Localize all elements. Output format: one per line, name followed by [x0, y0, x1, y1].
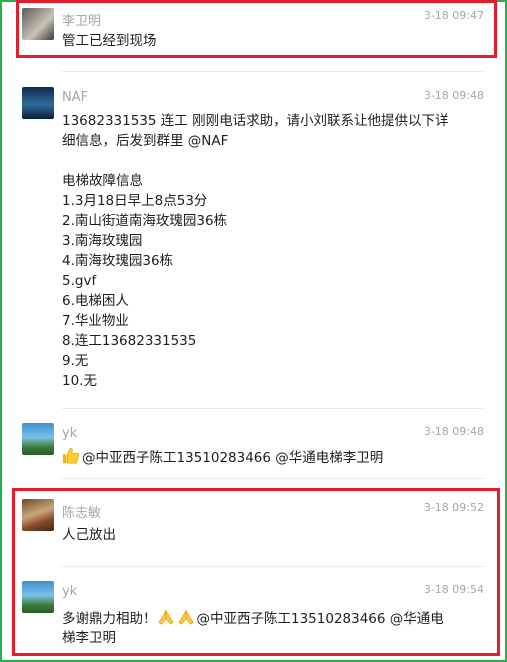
message-line: 8.连工13682331535	[62, 333, 197, 349]
divider	[62, 71, 485, 72]
message-line: 1.3月18日早上8点53分	[62, 193, 208, 209]
message-line: 4.南海玫瑰园36栋	[62, 253, 174, 269]
message-line-text: @中亚西子陈工13510283466 @华通电	[196, 611, 444, 627]
message-item: 李卫明 3-18 09:47 管工已经到现场	[14, 4, 492, 56]
praying-hands-icon	[177, 609, 194, 625]
message-line: 5.gvf	[62, 273, 97, 289]
sender-name[interactable]: NAF	[62, 90, 88, 105]
message-line: 10.无	[62, 373, 97, 389]
message-line: 6.电梯困人	[62, 293, 129, 309]
message-line: @中亚西子陈工13510283466 @华通电梯李卫明	[62, 447, 468, 467]
message-line: 细信息，后发到群里 @NAF	[62, 133, 229, 149]
message-line-text: 多谢鼎力相助！	[62, 611, 157, 627]
message-line	[62, 151, 468, 171]
timestamp: 3-18 09:48	[423, 89, 484, 102]
timestamp: 3-18 09:48	[423, 425, 484, 438]
divider	[62, 478, 485, 479]
message-text: 13682331535 连工 刚刚电话求助，请小刘联系让他提供以下详 细信息，后…	[62, 111, 468, 391]
message-line: 7.华业物业	[62, 313, 129, 329]
message-text: 管工已经到现场	[62, 31, 468, 51]
message-text: 人己放出	[62, 525, 468, 545]
message-text: @中亚西子陈工13510283466 @华通电梯李卫明	[62, 447, 468, 467]
avatar[interactable]	[22, 423, 54, 455]
divider	[62, 566, 485, 567]
avatar[interactable]	[22, 87, 54, 119]
message-text: 多谢鼎力相助！ @中亚西子陈工13510283466 @华通电 梯李卫明	[62, 608, 468, 648]
message-item: yk 3-18 09:48 @中亚西子陈工13510283466 @华通电梯李卫…	[14, 420, 492, 476]
message-line-text: @中亚西子陈工13510283466 @华通电梯李卫明	[82, 450, 384, 466]
message-line: 多谢鼎力相助！ @中亚西子陈工13510283466 @华通电	[62, 608, 468, 628]
message-line: 电梯故障信息	[62, 173, 143, 189]
message-line: 3.南海玫瑰园	[62, 233, 143, 249]
message-line: 人己放出	[62, 527, 116, 543]
sender-name[interactable]: 陈志敏	[62, 502, 101, 521]
avatar[interactable]	[22, 581, 54, 613]
sender-name[interactable]: yk	[62, 426, 77, 441]
praying-hands-icon	[157, 609, 174, 625]
message-line: 管工已经到现场	[62, 33, 157, 49]
message-line: 9.无	[62, 353, 89, 369]
timestamp: 3-18 09:52	[423, 501, 484, 514]
message-line: 13682331535 连工 刚刚电话求助，请小刘联系让他提供以下详	[62, 113, 449, 129]
sender-name[interactable]: yk	[62, 584, 77, 599]
sender-name[interactable]: 李卫明	[62, 10, 101, 29]
avatar[interactable]	[22, 499, 54, 531]
message-line: 2.南山街道南海玫瑰园36栋	[62, 213, 228, 229]
message-item: yk 3-18 09:54 多谢鼎力相助！ @中亚西子陈工13510283466…	[14, 576, 492, 656]
message-item: 陈志敏 3-18 09:52 人己放出	[14, 496, 492, 552]
avatar[interactable]	[22, 8, 54, 40]
message-line: 梯李卫明	[62, 630, 116, 646]
message-item: NAF 3-18 09:48 13682331535 连工 刚刚电话求助，请小刘…	[14, 84, 492, 404]
timestamp: 3-18 09:54	[423, 583, 484, 596]
timestamp: 3-18 09:47	[423, 9, 484, 22]
divider	[62, 408, 485, 409]
thumbs-up-icon	[62, 448, 80, 464]
